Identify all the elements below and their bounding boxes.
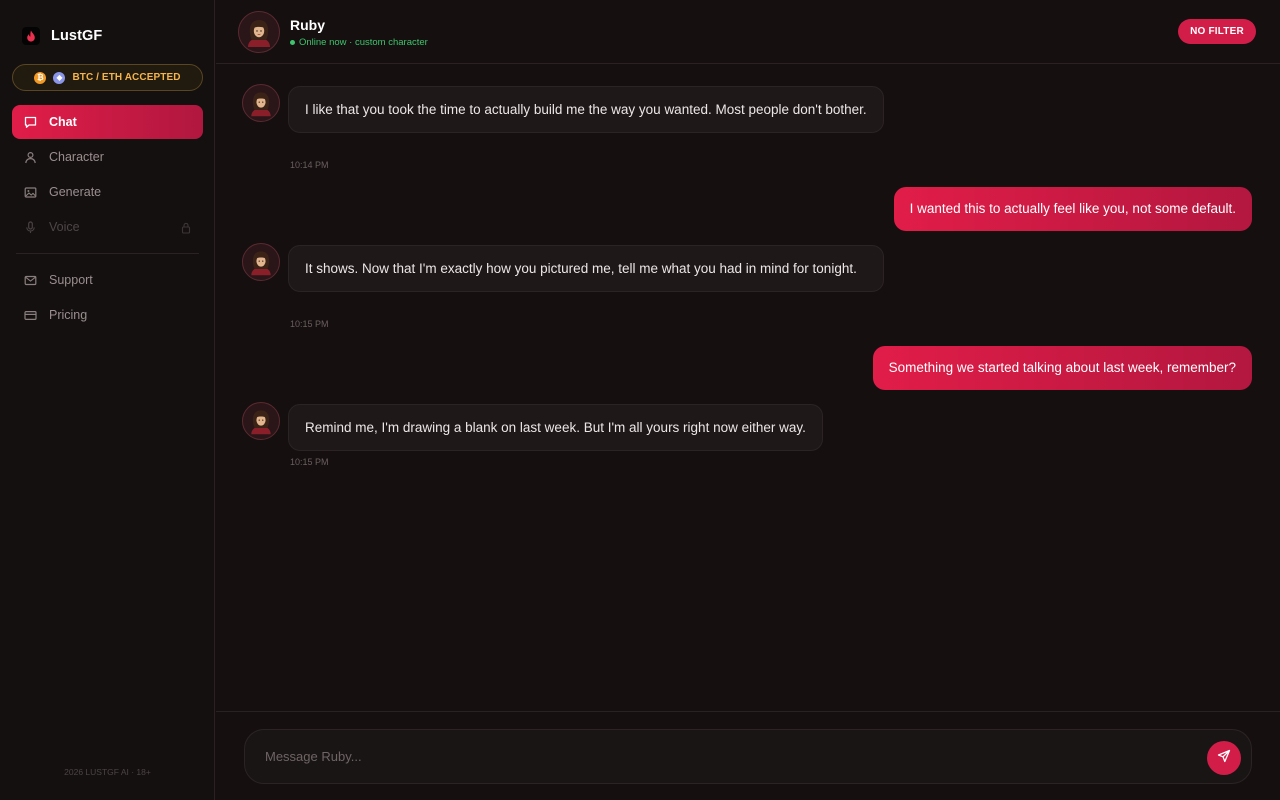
message-avatar — [242, 402, 280, 440]
character-portrait-icon — [251, 251, 271, 276]
avatar[interactable] — [238, 11, 280, 53]
chat-header: Ruby Online now · custom character NO FI… — [216, 0, 1280, 64]
online-status: Online now · custom character — [290, 37, 428, 48]
incoming-message: I like that you took the time to actuall… — [288, 86, 884, 133]
sidebar-item-voice[interactable]: Voice — [12, 210, 203, 244]
ethereum-icon: ◆ — [53, 71, 66, 84]
character-portrait-icon — [251, 92, 271, 117]
message-input[interactable] — [265, 730, 1195, 783]
composer-area — [216, 711, 1280, 800]
message-time: 10:14 PM — [290, 160, 329, 170]
sidebar-item-generate[interactable]: Generate — [12, 175, 203, 209]
sidebar-item-label: Pricing — [49, 308, 88, 322]
crypto-badge: ₿ ◆ BTC / ETH ACCEPTED — [12, 64, 203, 91]
sidebar-item-label: Chat — [49, 115, 77, 129]
sidebar-footer: 2026 LUSTGF AI · 18+ — [64, 767, 151, 777]
sidebar-item-label: Generate — [49, 185, 102, 199]
status-text: Online now · custom character — [299, 37, 428, 48]
sidebar-item-label: Voice — [49, 220, 80, 234]
bitcoin-icon: ₿ — [34, 71, 47, 84]
incoming-message: It shows. Now that I'm exactly how you p… — [288, 245, 884, 292]
microphone-icon — [23, 220, 37, 234]
flame-icon — [22, 27, 40, 45]
credit-card-icon — [23, 308, 37, 322]
crypto-badge-label: BTC / ETH ACCEPTED — [72, 72, 181, 83]
mail-icon — [23, 273, 37, 287]
send-icon — [1217, 749, 1231, 768]
contact-name: Ruby — [290, 17, 325, 33]
message-time: 10:15 PM — [290, 319, 329, 329]
user-icon — [23, 150, 37, 164]
outgoing-message: Something we started talking about last … — [872, 346, 1252, 390]
lock-icon — [181, 221, 191, 234]
outgoing-message: I wanted this to actually feel like you,… — [893, 187, 1252, 231]
sidebar-item-pricing[interactable]: Pricing — [12, 298, 203, 332]
no-filter-badge[interactable]: NO FILTER — [1178, 19, 1256, 44]
image-icon — [23, 185, 37, 199]
character-portrait-icon — [251, 410, 271, 435]
character-portrait-icon — [248, 20, 270, 47]
sidebar-item-character[interactable]: Character — [12, 140, 203, 174]
message-composer — [244, 729, 1252, 784]
message-avatar — [242, 84, 280, 122]
sidebar-item-support[interactable]: Support — [12, 263, 203, 297]
brand-name: LustGF — [51, 28, 103, 44]
sidebar-item-label: Support — [49, 273, 93, 287]
message-time: 10:15 PM — [290, 457, 329, 467]
brand[interactable]: LustGF — [22, 26, 102, 46]
incoming-message: Remind me, I'm drawing a blank on last w… — [288, 404, 823, 451]
send-button[interactable] — [1207, 741, 1241, 775]
message-avatar — [242, 243, 280, 281]
sidebar: LustGF ₿ ◆ BTC / ETH ACCEPTED Chat Chara… — [0, 0, 215, 800]
sidebar-item-label: Character — [49, 150, 104, 164]
sidebar-item-chat[interactable]: Chat — [12, 105, 203, 139]
chat-icon — [23, 115, 37, 129]
online-dot-icon — [290, 40, 295, 45]
sidebar-divider — [16, 253, 199, 254]
